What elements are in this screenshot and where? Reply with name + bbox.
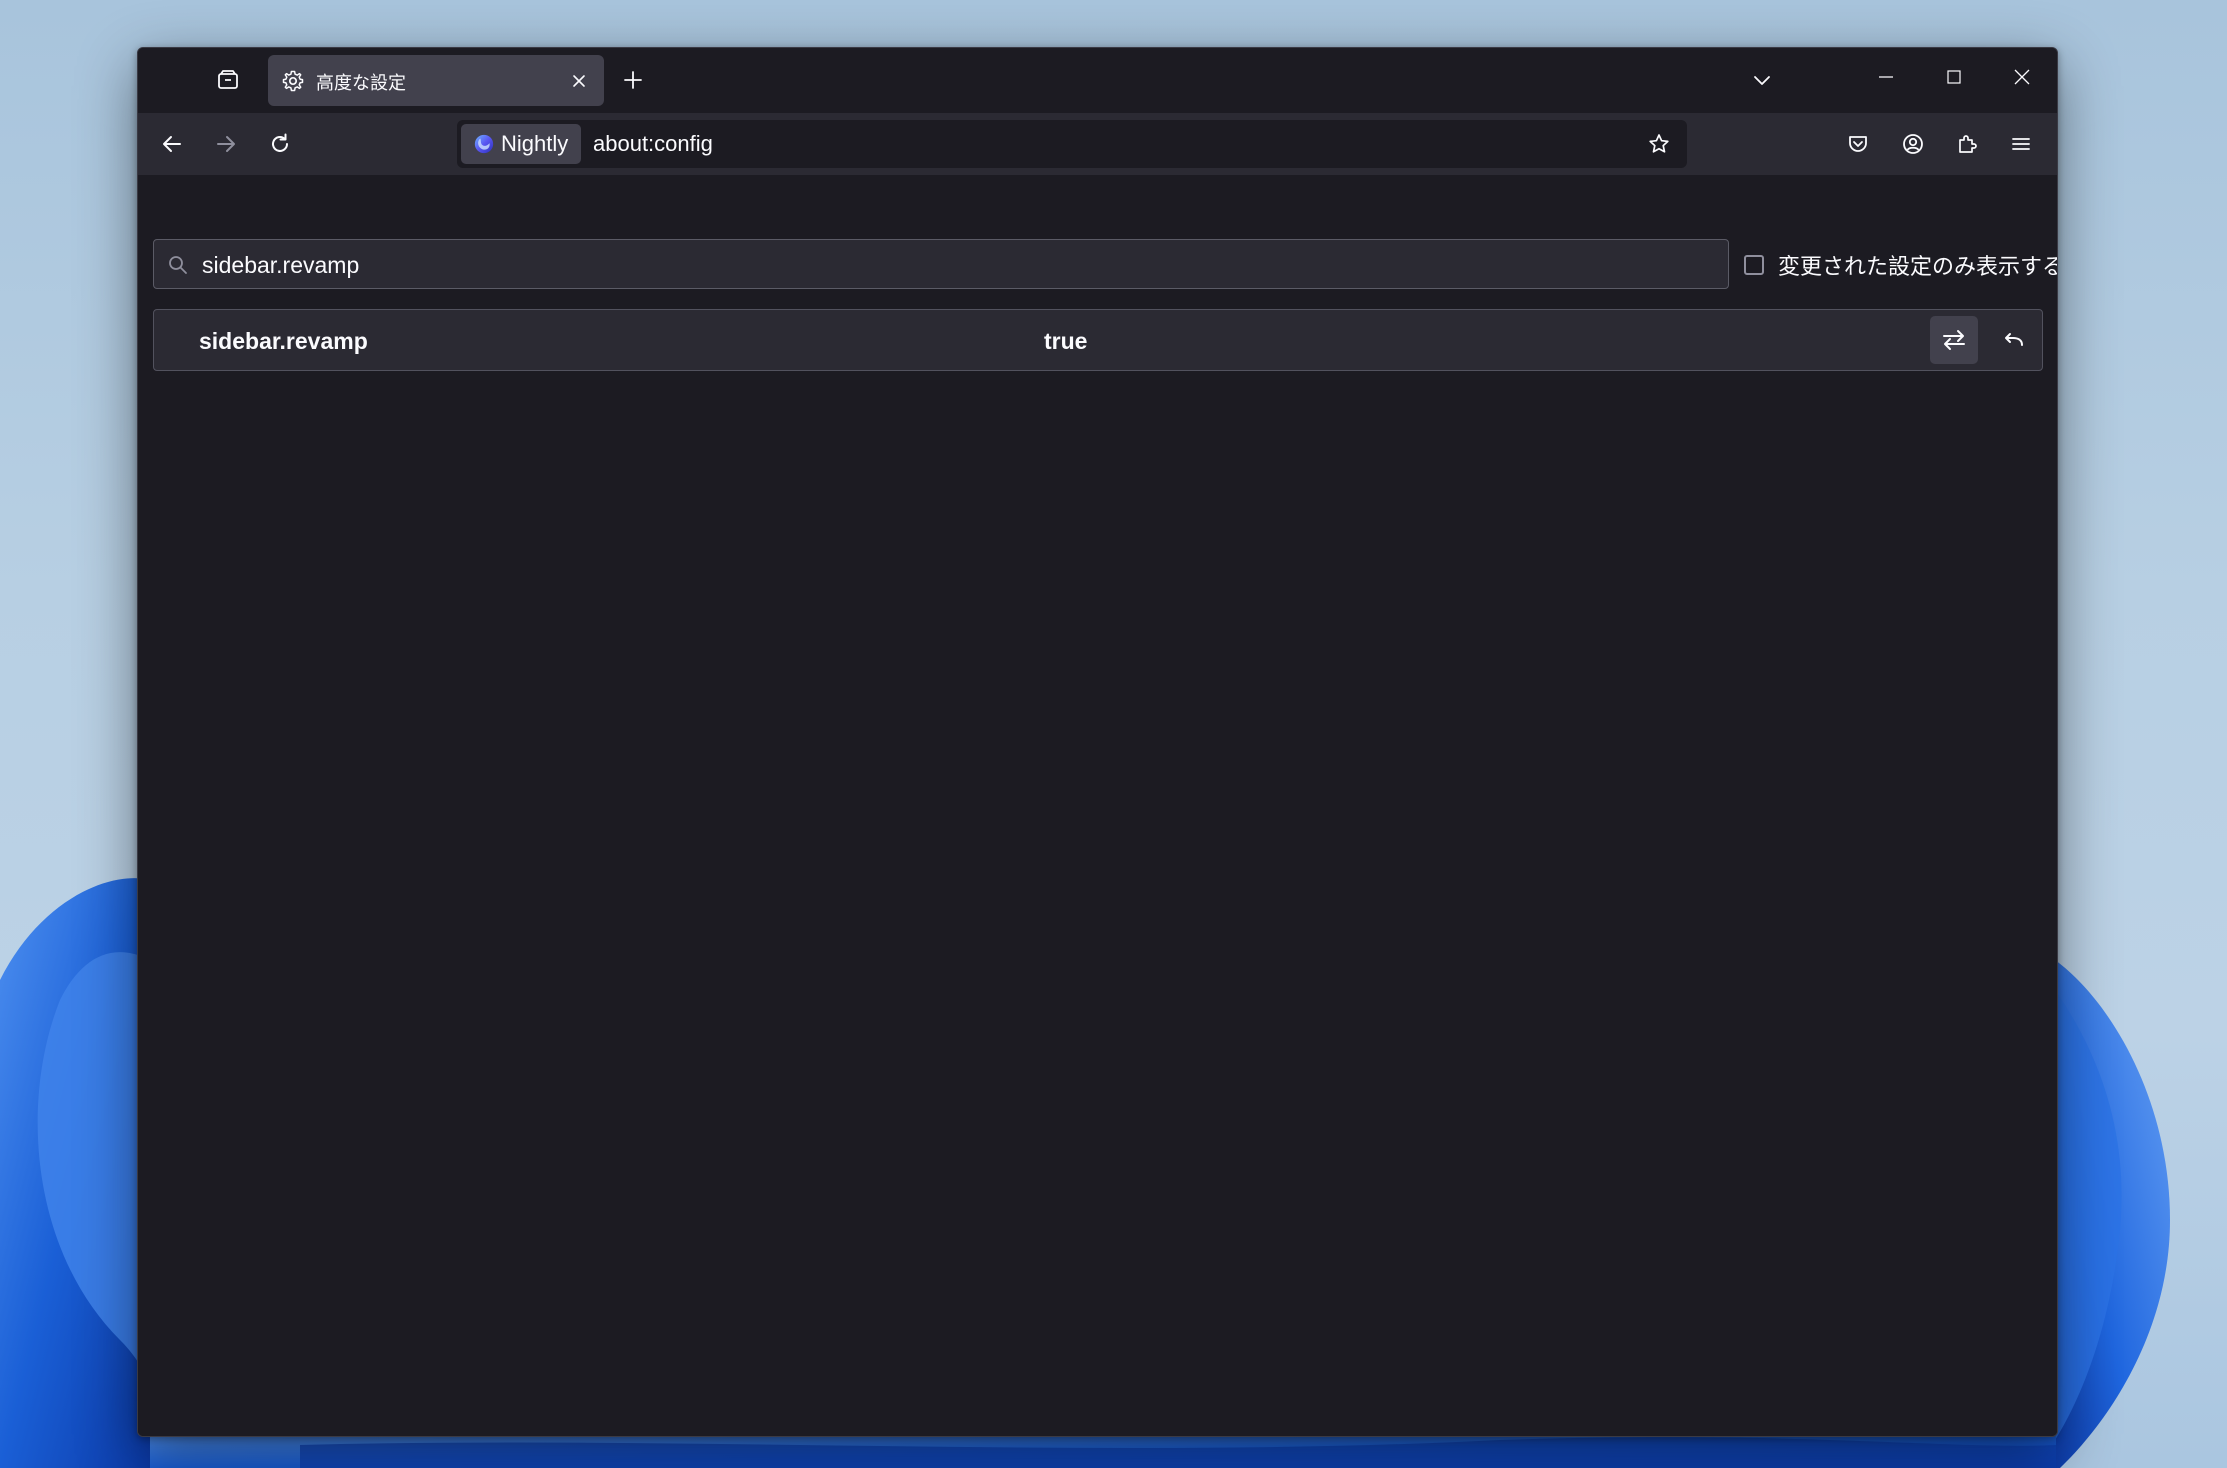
maximize-button[interactable]: [1920, 48, 1988, 106]
forward-button[interactable]: [206, 124, 246, 164]
minimize-icon: [1879, 76, 1893, 78]
pref-value: true: [1044, 328, 1088, 354]
close-tab-button[interactable]: [566, 68, 592, 94]
app-menu-button[interactable]: [2001, 124, 2041, 164]
swap-arrows-icon: [1943, 330, 1965, 350]
show-modified-only-toggle[interactable]: 変更された設定のみ表示する: [1744, 251, 2058, 279]
pocket-button[interactable]: [1838, 124, 1878, 164]
puzzle-icon: [1959, 135, 1977, 153]
gear-icon: [280, 68, 306, 94]
firefox-view-icon: [218, 70, 238, 89]
firefox-view-button[interactable]: [208, 60, 248, 100]
back-button[interactable]: [152, 124, 192, 164]
tab-label: 高度な設定: [316, 73, 406, 93]
nightly-logo-icon: [474, 134, 494, 154]
tab-advanced-settings[interactable]: 高度な設定: [268, 55, 604, 106]
search-input[interactable]: sidebar.revamp: [153, 239, 1729, 289]
reload-button[interactable]: [260, 124, 300, 164]
list-all-tabs-button[interactable]: [1742, 60, 1782, 100]
maximize-icon: [1947, 70, 1961, 84]
reset-button[interactable]: [1990, 316, 2038, 364]
browser-identity-label: Nightly: [501, 131, 569, 156]
extensions-button[interactable]: [1947, 124, 1987, 164]
arrow-right-icon: [217, 136, 235, 152]
search-icon: [169, 256, 187, 274]
show-modified-only-checkbox[interactable]: [1744, 255, 1764, 275]
star-icon: [1649, 134, 1669, 153]
close-icon: [573, 75, 585, 87]
pref-name: sidebar.revamp: [199, 328, 368, 354]
about-config-page: sidebar.revamp 変更された設定のみ表示する sidebar.rev…: [138, 176, 2057, 1436]
navigation-toolbar: Nightly about:config: [138, 113, 2057, 176]
chevron-down-icon: [1754, 76, 1770, 85]
table-row: sidebar.revamp true: [153, 309, 2043, 371]
address-bar[interactable]: Nightly about:config: [457, 120, 1687, 168]
reload-icon: [272, 133, 288, 152]
bookmark-star-button[interactable]: [1639, 124, 1679, 164]
minimize-button[interactable]: [1852, 48, 1920, 106]
close-window-button[interactable]: [1988, 48, 2056, 106]
undo-icon: [2005, 333, 2023, 346]
url-text: about:config: [593, 131, 713, 156]
search-input-value: sidebar.revamp: [202, 252, 360, 278]
pocket-icon: [1849, 136, 1867, 152]
plus-icon: [624, 71, 642, 89]
tab-strip: 高度な設定: [138, 48, 2057, 114]
new-tab-button[interactable]: [613, 60, 653, 100]
close-icon: [2014, 69, 2030, 85]
toggle-button[interactable]: [1930, 316, 1978, 364]
account-icon: [1903, 134, 1923, 154]
show-modified-only-label: 変更された設定のみ表示する: [1778, 254, 2058, 279]
account-button[interactable]: [1893, 124, 1933, 164]
arrow-left-icon: [163, 136, 181, 152]
identity-box[interactable]: Nightly: [461, 124, 581, 164]
hamburger-menu-icon: [2012, 138, 2030, 150]
browser-window: 高度な設定 Nightly about:config sidebar.revam…: [137, 47, 2058, 1437]
